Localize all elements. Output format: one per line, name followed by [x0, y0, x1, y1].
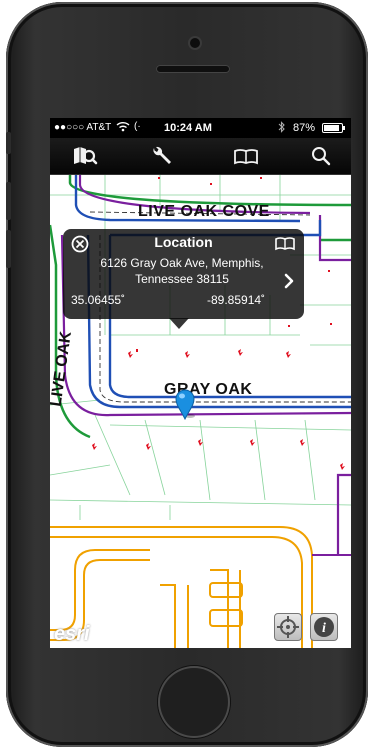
- svg-text:i: i: [322, 621, 326, 636]
- home-button[interactable]: [158, 666, 230, 738]
- locate-button[interactable]: [274, 613, 302, 641]
- search-icon[interactable]: [308, 143, 334, 169]
- address-line-2: Tennessee 38115: [135, 272, 229, 286]
- mute-switch: [6, 132, 11, 154]
- info-icon: i: [314, 617, 334, 637]
- bluetooth-icon: [278, 121, 286, 136]
- esri-logo: esri: [54, 623, 90, 645]
- phone-screen: ●●○○○ AT&T (· 10:24 AM 87% LIVE OAK COVE…: [50, 118, 351, 648]
- activity-icon: (·: [134, 121, 141, 132]
- volume-down-button: [6, 230, 11, 268]
- battery-percent: 87%: [293, 122, 316, 134]
- volume-up-button: [6, 182, 11, 220]
- longitude-value: -89.85914˚: [207, 293, 266, 307]
- wrench-icon[interactable]: [149, 143, 175, 169]
- callout-address: 6126 Gray Oak Ave, Memphis, Tennessee 38…: [77, 255, 287, 287]
- clock: 10:24 AM: [164, 122, 212, 134]
- status-bar: ●●○○○ AT&T (· 10:24 AM 87%: [50, 118, 351, 138]
- book-icon[interactable]: [233, 143, 259, 169]
- phone-frame: ●●○○○ AT&T (· 10:24 AM 87% LIVE OAK COVE…: [6, 2, 368, 747]
- earpiece-speaker: [156, 65, 230, 73]
- callout-title: Location: [154, 234, 213, 250]
- location-callout: Location 6126 Gray Oak Ave, Memphis, Ten…: [63, 229, 304, 319]
- address-line-1: 6126 Gray Oak Ave, Memphis,: [100, 256, 264, 270]
- crosshair-icon: [277, 616, 299, 638]
- front-camera: [190, 38, 200, 48]
- latitude-value: 35.06455˚: [71, 293, 126, 307]
- street-label-live-oak-cove: LIVE OAK COVE: [138, 203, 270, 220]
- battery-icon: [322, 123, 346, 136]
- carrier-signal: ●●○○○ AT&T: [54, 122, 112, 133]
- map-search-icon[interactable]: [72, 143, 98, 169]
- toolbar: [50, 138, 351, 175]
- info-button[interactable]: i: [310, 613, 338, 641]
- wifi-icon: [116, 121, 130, 135]
- callout-pointer: [169, 318, 189, 329]
- location-pin-icon[interactable]: [174, 387, 196, 426]
- chevron-right-icon[interactable]: [283, 273, 295, 294]
